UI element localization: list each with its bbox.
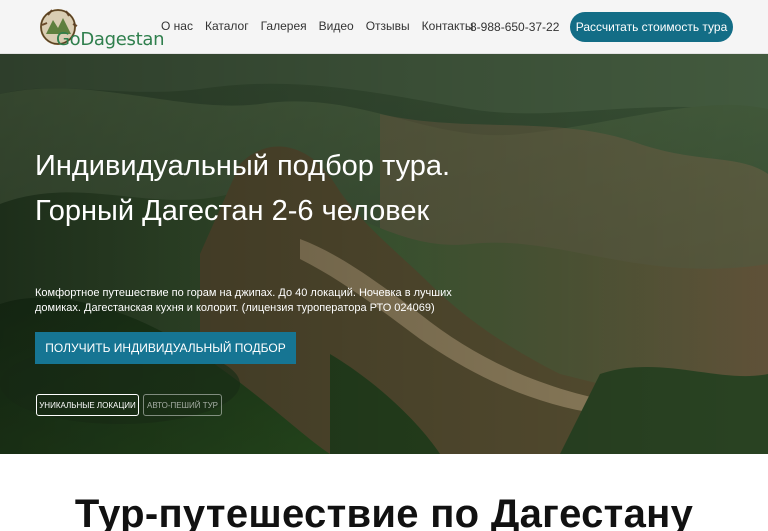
nav-item-about[interactable]: О нас <box>161 19 193 33</box>
hero-title: Индивидуальный подбор тура. Горный Дагес… <box>35 150 451 227</box>
nav-item-reviews[interactable]: Отзывы <box>366 19 410 33</box>
logo[interactable]: GoDagestan <box>38 6 165 50</box>
nav-item-gallery[interactable]: Галерея <box>261 19 307 33</box>
calculate-price-button[interactable]: Рассчитать стоимость тура <box>570 12 733 42</box>
nav-item-catalog[interactable]: Каталог <box>205 19 249 33</box>
nav-item-contacts[interactable]: Контакты <box>422 19 474 33</box>
tag-auto-walking-tour[interactable]: АВТО-ПЕШИЙ ТУР <box>143 394 222 416</box>
hero-section: Индивидуальный подбор тура. Горный Дагес… <box>0 54 768 454</box>
get-selection-button[interactable]: ПОЛУЧИТЬ ИНДИВИДУАЛЬНЫЙ ПОДБОР <box>35 332 296 364</box>
section-title: Тур-путешествие по Дагестану <box>74 492 694 531</box>
nav-item-video[interactable]: Видео <box>319 19 354 33</box>
tag-unique-locations[interactable]: УНИКАЛЬНЫЕ ЛОКАЦИИ <box>36 394 139 416</box>
site-header: GoDagestan О нас Каталог Галерея Видео О… <box>0 0 768 54</box>
phone-link[interactable]: 8-988-650-37-22 <box>470 20 559 34</box>
main-nav: О нас Каталог Галерея Видео Отзывы Конта… <box>161 19 486 33</box>
hero-subtitle: Комфортное путешествие по горам на джипа… <box>35 287 452 314</box>
logo-text: GoDagestan <box>56 29 165 50</box>
